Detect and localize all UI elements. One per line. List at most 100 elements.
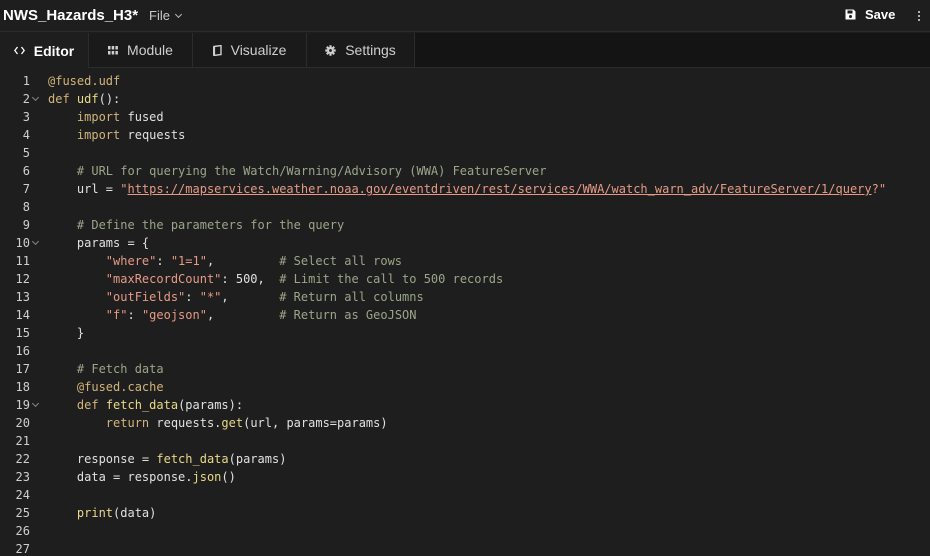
top-bar: NWS_Hazards_H3* File Save [0, 0, 930, 32]
code-line: 24 [0, 486, 930, 504]
tab-module[interactable]: Module [89, 33, 193, 67]
code-line: 12 "maxRecordCount": 500, # Limit the ca… [0, 270, 930, 288]
line-number: 22 [15, 452, 30, 466]
code-text: } [48, 326, 85, 340]
tab-editor[interactable]: Editor [0, 33, 89, 68]
code-line: 19 def fetch_data(params): [0, 396, 930, 414]
code-text: "outFields": "*", # Return all columns [105, 290, 424, 304]
code-text: @fused.cache [76, 380, 164, 394]
code-line: 27 [0, 540, 930, 556]
line-number: 7 [22, 182, 30, 196]
tab-editor-label: Editor [33, 42, 75, 59]
layers-icon [212, 44, 222, 56]
line-number: 4 [22, 128, 30, 142]
file-menu[interactable]: File [149, 8, 182, 23]
save-label: Save [865, 7, 896, 22]
line-number: 23 [15, 470, 30, 484]
code-line: 21 [0, 432, 930, 450]
gear-icon [325, 44, 336, 56]
code-text: # URL for querying the Watch/Warning/Adv… [76, 164, 547, 178]
code-text: data = response.json() [48, 470, 236, 484]
save-icon [845, 9, 856, 20]
line-number: 14 [15, 308, 30, 322]
line-number: 24 [15, 488, 30, 502]
tab-settings-label: Settings [345, 42, 396, 58]
line-number: 16 [15, 344, 30, 358]
line-number: 26 [15, 524, 30, 538]
line-number: 2 [22, 92, 30, 106]
line-number: 20 [15, 416, 30, 430]
code-text: "maxRecordCount": 500, # Limit the call … [105, 272, 504, 286]
code-icon [13, 46, 25, 55]
code-text: # Fetch data [76, 362, 164, 376]
fold-chevron-icon[interactable] [31, 93, 40, 102]
app-title: NWS_Hazards_H3* [3, 7, 139, 24]
code-line: 6 # URL for querying the Watch/Warning/A… [0, 162, 930, 180]
line-number: 27 [15, 542, 30, 556]
file-menu-label: File [149, 8, 170, 23]
code-line: 25 print(data) [0, 504, 930, 522]
line-number: 9 [22, 218, 30, 232]
code-text: "where": "1=1", # Select all rows [105, 254, 403, 268]
fold-chevron-icon[interactable] [31, 237, 40, 246]
code-line: 2 def udf(): [0, 90, 930, 108]
code-line: 5 [0, 144, 930, 162]
code-line: 11 "where": "1=1", # Select all rows [0, 252, 930, 270]
code-line: 1 @fused.udf [0, 72, 930, 90]
line-number: 12 [15, 272, 30, 286]
code-line: 4 import requests [0, 126, 930, 144]
code-text: url = "https://mapservices.weather.noaa.… [48, 182, 887, 196]
line-number: 21 [15, 434, 30, 448]
grid-icon [108, 45, 118, 55]
code-line: 10 params = { [0, 234, 930, 252]
code-line: 17 # Fetch data [0, 360, 930, 378]
tab-visualize-label: Visualize [230, 42, 287, 58]
code-line: 3 import fused [0, 108, 930, 126]
fold-chevron-icon[interactable] [31, 399, 40, 408]
code-line: 7 url = "https://mapservices.weather.noa… [0, 180, 930, 198]
code-line: 23 data = response.json() [0, 468, 930, 486]
tab-visualize[interactable]: Visualize [193, 33, 307, 67]
code-line: 13 "outFields": "*", # Return all column… [0, 288, 930, 306]
code-text: response = fetch_data(params) [48, 452, 287, 466]
line-number: 19 [15, 398, 30, 412]
code-line: 14 "f": "geojson", # Return as GeoJSON [0, 306, 930, 324]
code-editor[interactable]: 1 @fused.udf 2 def udf(): 3 import fused 4… [0, 68, 930, 556]
code-line: 8 [0, 198, 930, 216]
code-line: 15 } [0, 324, 930, 342]
tab-bar: Editor Module Visualize Settings [0, 33, 930, 68]
line-number: 15 [15, 326, 30, 340]
code-text: import requests [76, 128, 186, 142]
tab-settings[interactable]: Settings [307, 33, 415, 67]
line-number: 8 [22, 200, 30, 214]
code-line: 20 return requests.get(url, params=param… [0, 414, 930, 432]
line-number: 17 [15, 362, 30, 376]
code-line: 26 [0, 522, 930, 540]
line-number: 25 [15, 506, 30, 520]
code-text: import fused [76, 110, 164, 124]
line-number: 11 [15, 254, 30, 268]
code-line: 22 response = fetch_data(params) [0, 450, 930, 468]
code-text: print(data) [76, 506, 157, 520]
line-number: 13 [15, 290, 30, 304]
line-number: 5 [22, 146, 30, 160]
line-number: 1 [22, 74, 30, 88]
code-text: "f": "geojson", # Return as GeoJSON [105, 308, 417, 322]
code-line: 9 # Define the parameters for the query [0, 216, 930, 234]
code-text: def fetch_data(params): [76, 398, 244, 412]
code-text: @fused.udf [48, 74, 121, 88]
code-line: 16 [0, 342, 930, 360]
chevron-down-icon [174, 10, 182, 19]
code-text: return requests.get(url, params=params) [105, 416, 388, 430]
code-text: params = { [48, 236, 150, 250]
code-text: # Define the parameters for the query [76, 218, 345, 232]
tab-module-label: Module [127, 42, 173, 58]
more-options-icon[interactable] [912, 8, 926, 24]
line-number: 3 [22, 110, 30, 124]
line-number: 10 [15, 236, 30, 250]
line-number: 18 [15, 380, 30, 394]
code-line: 18 @fused.cache [0, 378, 930, 396]
code-text: def udf(): [48, 92, 121, 106]
save-button[interactable]: Save [845, 7, 895, 22]
line-number: 6 [22, 164, 30, 178]
